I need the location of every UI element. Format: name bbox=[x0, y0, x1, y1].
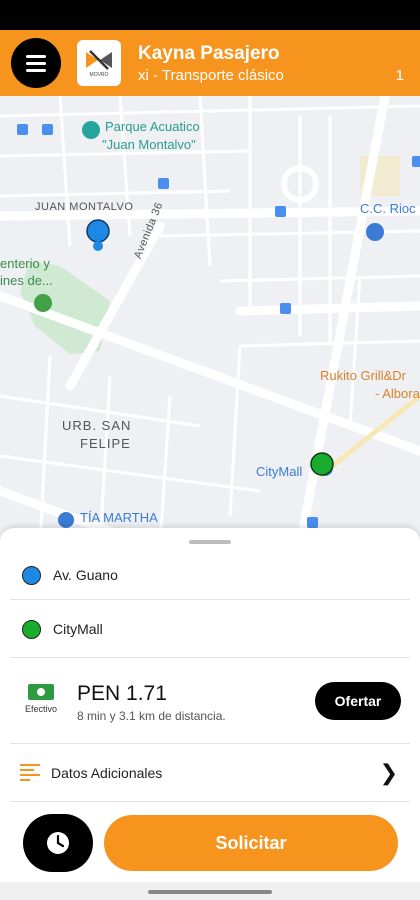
payment-label: Efectivo bbox=[24, 704, 57, 714]
header-subtitle: xi - Transporte clásico bbox=[138, 67, 284, 84]
chevron-right-icon: ❯ bbox=[379, 760, 398, 785]
map-label-entierro: enterio y bbox=[0, 256, 50, 271]
list-icon bbox=[20, 764, 40, 782]
map-label-tia-martha: TÍA MARTHA bbox=[80, 510, 158, 525]
price-row: Efectivo PEN 1.71 8 min y 3.1 km de dist… bbox=[10, 658, 410, 744]
map-label-entierro-2: ines de... bbox=[0, 273, 53, 288]
map-label-cc-rioc: C.C. Rioc bbox=[360, 201, 416, 216]
map-view[interactable]: Parque Acuatico "Juan Montalvo" JUAN MON… bbox=[0, 96, 420, 546]
sheet-handle[interactable] bbox=[189, 540, 231, 544]
logo-text: MOVRO bbox=[89, 71, 109, 78]
additional-data-row[interactable]: Datos Adicionales ❯ bbox=[10, 744, 410, 802]
logo-icon bbox=[86, 49, 112, 70]
home-gesture-pill[interactable] bbox=[148, 890, 272, 894]
map-label-urb-2: FELIPE bbox=[80, 436, 131, 451]
map-label-juan-montalvo: JUAN MONTALVO bbox=[35, 201, 134, 213]
destination-row[interactable]: CityMall bbox=[10, 600, 410, 658]
destination-dot-icon bbox=[22, 620, 41, 639]
header-title: Kayna Pasajero bbox=[138, 43, 280, 64]
status-bar bbox=[0, 0, 420, 30]
system-nav-bar bbox=[0, 882, 420, 900]
map-label-parque: Parque Acuatico bbox=[105, 119, 200, 134]
menu-icon-line bbox=[26, 68, 46, 72]
header-count: 1 bbox=[395, 67, 404, 84]
map-label-urb: URB. SAN bbox=[62, 418, 132, 433]
origin-row[interactable]: Av. Guano bbox=[10, 552, 410, 600]
menu-icon-line bbox=[26, 61, 46, 65]
cash-icon bbox=[28, 684, 54, 700]
schedule-button[interactable] bbox=[23, 814, 93, 872]
app-header: MOVRO Kayna Pasajero xi - Transporte clá… bbox=[0, 30, 420, 96]
origin-address: Av. Guano bbox=[53, 567, 118, 583]
offer-button[interactable]: Ofertar bbox=[315, 682, 401, 720]
app-logo: MOVRO bbox=[77, 40, 121, 86]
clock-icon bbox=[47, 832, 69, 854]
map-label-parque-2: "Juan Montalvo" bbox=[102, 137, 196, 152]
destination-address: CityMall bbox=[53, 621, 103, 637]
map-streets bbox=[0, 96, 420, 546]
menu-icon-line bbox=[26, 54, 46, 58]
map-label-rukito: Rukito Grill&Dr bbox=[320, 368, 406, 383]
payment-method[interactable]: Efectivo bbox=[20, 684, 62, 714]
additional-data-label: Datos Adicionales bbox=[51, 765, 163, 781]
map-label-rukito-2: - Albora bbox=[375, 386, 420, 401]
menu-button[interactable] bbox=[11, 38, 61, 88]
request-button[interactable]: Solicitar bbox=[104, 815, 398, 871]
price-value: PEN 1.71 bbox=[77, 682, 167, 705]
origin-dot-icon bbox=[22, 566, 41, 585]
trip-info: 8 min y 3.1 km de distancia. bbox=[77, 709, 226, 723]
map-label-citymall: CityMall bbox=[256, 464, 303, 479]
